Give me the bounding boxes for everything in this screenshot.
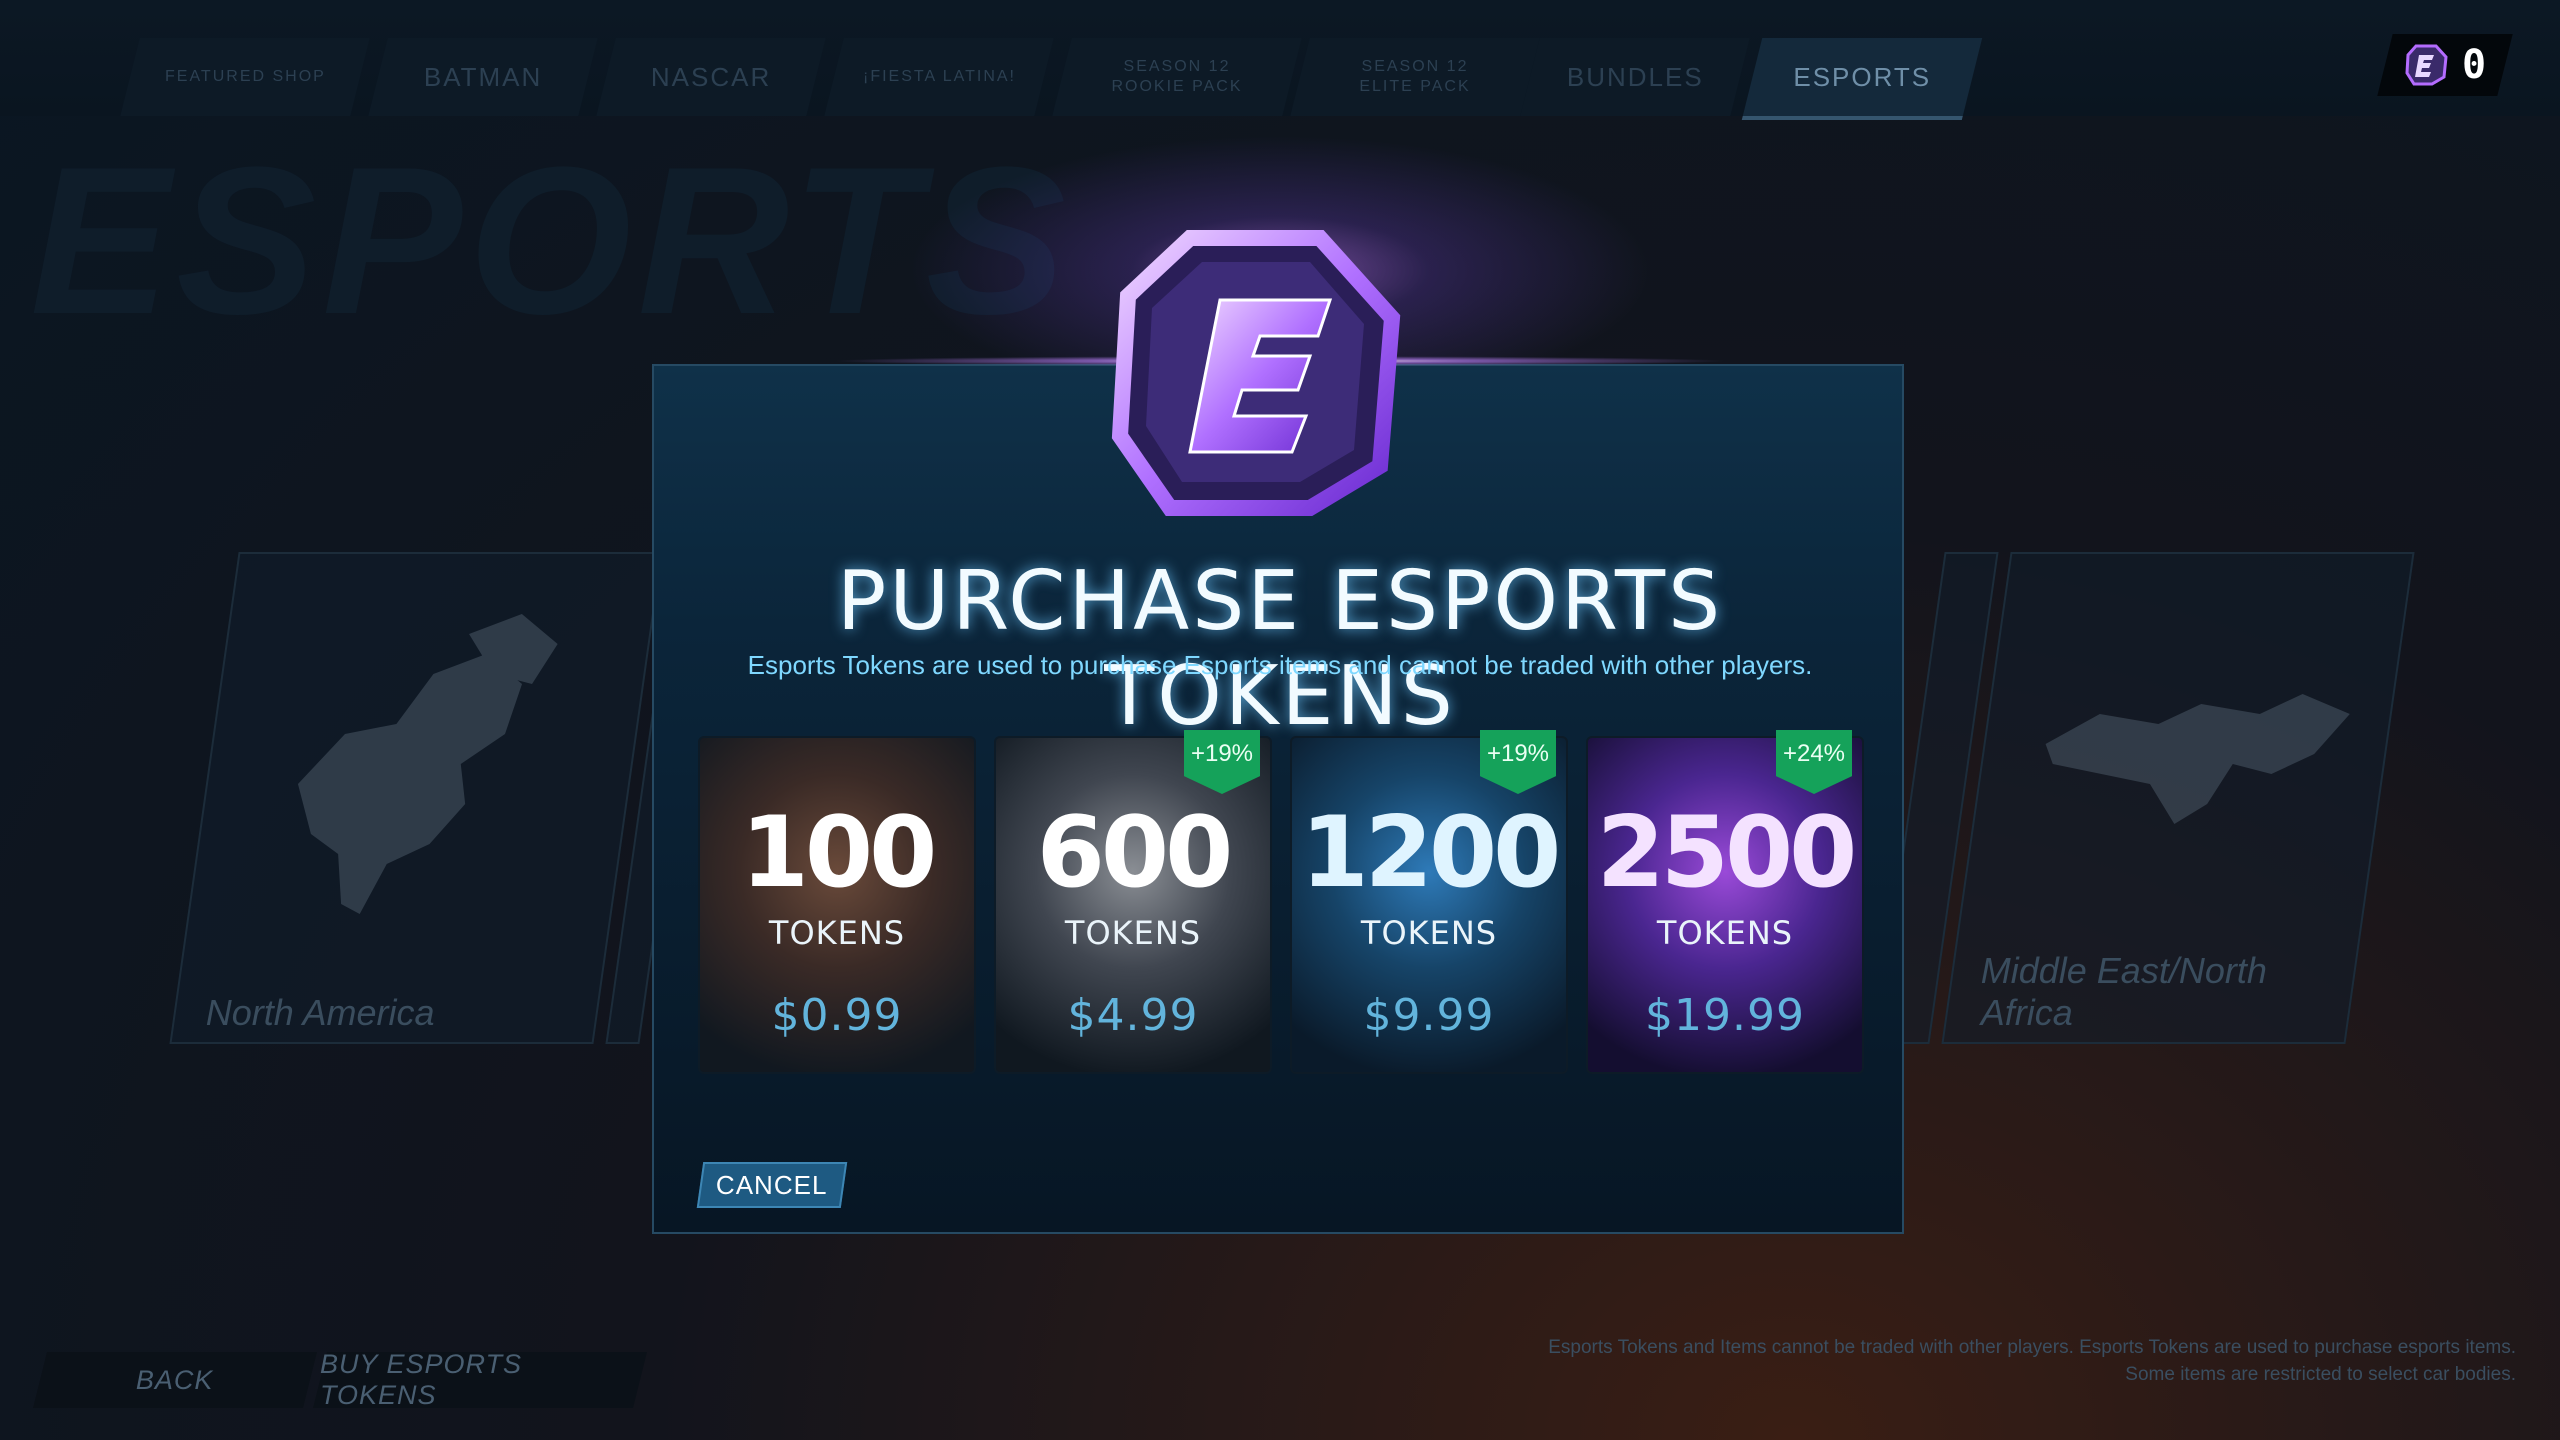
tab-bundles[interactable]: BUNDLES bbox=[1520, 38, 1750, 116]
offer-amount: 100 bbox=[740, 796, 938, 910]
tab-batman[interactable]: BATMAN bbox=[368, 38, 598, 116]
token-balance-amount: 0 bbox=[2461, 42, 2487, 88]
offer-unit: TOKENS bbox=[1360, 914, 1498, 952]
esports-token-emblem-icon bbox=[1111, 230, 1401, 516]
esports-token-icon bbox=[2405, 44, 2448, 86]
offer-price: $0.99 bbox=[771, 990, 903, 1041]
tab-nascar[interactable]: NASCAR bbox=[596, 38, 826, 116]
offer-unit: TOKENS bbox=[1656, 914, 1794, 952]
region-label: Middle East/North Africa bbox=[1980, 950, 2267, 1033]
top-nav: FEATURED SHOP BATMAN NASCAR ¡FIESTA LATI… bbox=[0, 0, 2560, 120]
middle-east-north-africa-map-icon bbox=[2045, 694, 2350, 824]
offer-price: $4.99 bbox=[1067, 990, 1199, 1041]
offer-price: $9.99 bbox=[1363, 990, 1495, 1041]
footnote: Esports Tokens and Items cannot be trade… bbox=[1548, 1334, 2516, 1388]
tab-esports[interactable]: ESPORTS bbox=[1741, 38, 1983, 120]
offer-unit: TOKENS bbox=[768, 914, 906, 952]
tab-fiesta-latina[interactable]: ¡FIESTA LATINA! bbox=[824, 38, 1054, 116]
dialog-title: PURCHASE ESPORTS TOKENS bbox=[836, 554, 1724, 744]
cancel-button[interactable]: CANCEL bbox=[696, 1162, 848, 1208]
tab-season-12-rookie-pack[interactable]: SEASON 12 ROOKIE PACK bbox=[1052, 38, 1302, 116]
back-button[interactable]: BACK bbox=[33, 1352, 317, 1408]
region-label: North America bbox=[205, 992, 435, 1033]
tab-season-12-elite-pack[interactable]: SEASON 12 ELITE PACK bbox=[1290, 38, 1540, 116]
offer-unit: TOKENS bbox=[1064, 914, 1202, 952]
buy-esports-tokens-button[interactable]: BUY ESPORTS TOKENS bbox=[313, 1349, 647, 1410]
footnote-line-1: Esports Tokens and Items cannot be trade… bbox=[1548, 1337, 2516, 1358]
region-card-middle-east-north-africa[interactable]: Middle East/North Africa bbox=[1941, 552, 2415, 1044]
offer-amount: 1200 bbox=[1300, 796, 1562, 910]
tab-featured-shop[interactable]: FEATURED SHOP bbox=[120, 38, 370, 116]
offer-amount: 2500 bbox=[1596, 796, 1858, 910]
offer-amount: 600 bbox=[1036, 796, 1234, 910]
background-page-title: ESPORTS bbox=[30, 123, 1072, 358]
token-offer-100[interactable]: 100 TOKENS $0.99 bbox=[698, 736, 976, 1074]
offer-price: $19.99 bbox=[1645, 990, 1805, 1041]
region-card-north-america[interactable]: North America bbox=[169, 552, 663, 1044]
footnote-line-2: Some items are restricted to select car … bbox=[2125, 1364, 2516, 1385]
north-america-map-icon bbox=[297, 614, 558, 914]
dialog-subtitle: Esports Tokens are used to purchase Espo… bbox=[747, 650, 1813, 680]
esports-token-balance: 0 bbox=[2377, 34, 2513, 96]
